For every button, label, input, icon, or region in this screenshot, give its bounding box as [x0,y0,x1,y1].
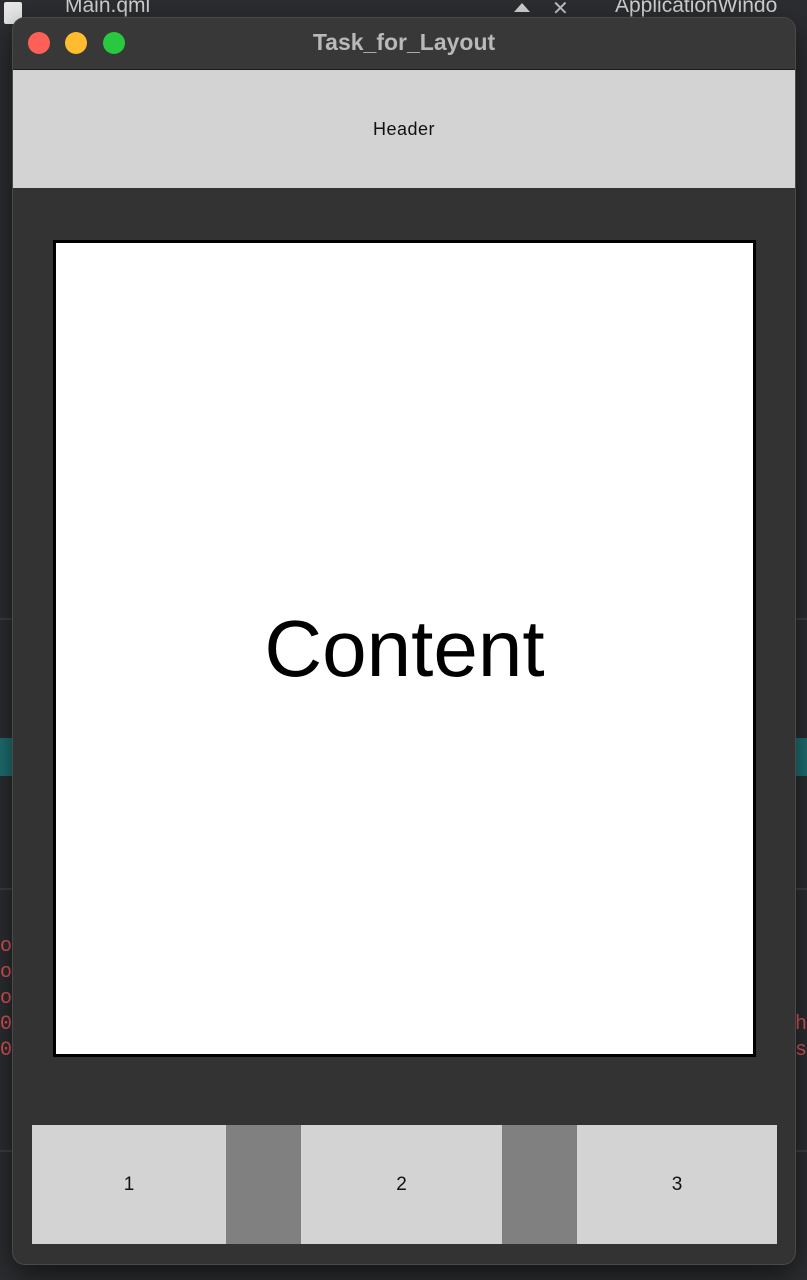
ide-divider [795,888,807,890]
window-titlebar[interactable]: Task_for_Layout [13,18,795,70]
ide-divider [0,1150,14,1152]
ide-tab-up-arrow-icon[interactable] [514,3,530,12]
ide-console-output-left: ooo00 [0,935,13,1062]
ide-tab-main-qml[interactable]: Main.qml [65,0,150,18]
ide-tab-application-window[interactable]: ApplicationWindo [615,0,777,18]
footer-button-3[interactable]: 3 [577,1125,777,1244]
content-label: Content [264,603,545,693]
app-window: Task_for_Layout Header Content 1 2 3 [13,18,795,1264]
footer-bar: 1 2 3 [32,1125,777,1244]
header-bar: Header [13,70,795,188]
ide-divider [0,618,14,620]
footer-button-1[interactable]: 1 [32,1125,226,1244]
ide-selected-row [0,738,14,776]
footer-button-2[interactable]: 2 [301,1125,502,1244]
ide-divider [0,888,14,890]
content-area: Content [53,240,756,1057]
window-title: Task_for_Layout [312,29,496,55]
ide-console-output-right: hs [795,1013,807,1062]
footer-spacer [502,1125,577,1244]
ide-selected-row [795,738,807,776]
footer-spacer [226,1125,301,1244]
ide-divider [795,618,807,620]
ide-divider [795,1150,807,1152]
